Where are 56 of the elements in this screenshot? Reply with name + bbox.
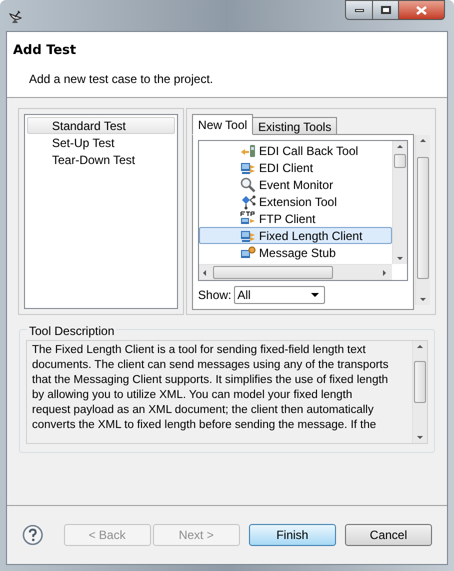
maximize-icon [380,6,390,14]
tool-label: FTP Client [259,210,316,228]
scroll-down-arrow-icon[interactable] [420,298,426,301]
phone-arrow-icon [240,142,256,158]
tree-vertical-scrollbar[interactable] [392,141,407,264]
scroll-down-arrow-icon[interactable] [397,257,403,260]
tool-item[interactable]: Message Stub [199,244,392,261]
scroll-up-arrow-icon[interactable] [397,145,403,148]
tool-item[interactable]: FTP Client [199,210,392,227]
scroll-down-arrow-icon[interactable] [417,436,423,439]
scroll-up-arrow-icon[interactable] [420,139,426,142]
satellite-dish-icon [8,8,24,24]
ftp-computer-icon [240,210,256,226]
close-button[interactable] [399,0,445,20]
dialog-subtitle: Add a new test case to the project. [29,70,214,88]
show-dropdown[interactable]: All [234,286,326,304]
maximize-button[interactable] [373,0,399,20]
dialog-button[interactable]: Finish [248,524,336,546]
scroll-thumb[interactable] [394,154,406,168]
scroll-up-arrow-icon[interactable] [417,345,423,348]
tool-item[interactable]: EDI Client [199,159,392,176]
dropdown-arrow-icon [311,293,320,297]
dialog-button[interactable]: Cancel [344,524,432,546]
help-icon[interactable] [22,524,44,546]
tool-label: EDI Call Back Tool [259,142,358,160]
scroll-thumb[interactable] [414,361,426,403]
minimize-icon [354,8,364,12]
description-scrollbar[interactable] [412,341,427,443]
tree-horizontal-scrollbar[interactable] [199,264,392,280]
show-label: Show: [198,287,232,304]
scroll-thumb[interactable] [213,266,334,279]
dialog-title: Add Test [13,42,78,60]
panel-vertical-scrollbar[interactable] [415,135,430,305]
test-type-item[interactable]: Tear-Down Test [27,151,176,168]
tool-label: EDI Client [259,160,314,176]
diamond-nodes-icon [240,194,256,210]
magnifier-icon [240,176,256,192]
tab[interactable]: Existing Tools [252,117,338,135]
tool-item[interactable]: EDI Call Back Tool [199,142,392,159]
tool-label: Fixed Length Client [259,228,362,244]
test-type-item[interactable]: Standard Test [27,117,176,134]
minimize-button[interactable] [345,0,373,20]
tool-label: Event Monitor [259,176,334,194]
tool-label: Extension Tool [259,194,337,210]
description-text: The Fixed Length Client is a tool for sending fixed-field length text documents. The client can send messages using any of the transports that the Messaging Client supports. It simplifies the use of fixed length by allowing you to utilize XML. You can model your fixed length request payload as an XML document; the client then automatically converts the XML to fixed length before sending the message. If the [31,343,390,433]
tab[interactable]: New Tool [192,114,254,135]
tool-item[interactable]: Extension Tool [199,193,392,210]
tool-item[interactable]: Fixed Length Client [199,227,392,244]
tool-item[interactable]: Event Monitor [199,176,392,193]
test-type-item[interactable]: Set-Up Test [27,134,176,151]
scroll-right-arrow-icon[interactable] [383,270,386,276]
close-icon [416,6,427,14]
scroll-thumb[interactable] [417,157,429,279]
tool-label: Message Stub [259,244,336,262]
computer-gear-icon [240,244,256,260]
scroll-left-arrow-icon[interactable] [203,270,206,276]
